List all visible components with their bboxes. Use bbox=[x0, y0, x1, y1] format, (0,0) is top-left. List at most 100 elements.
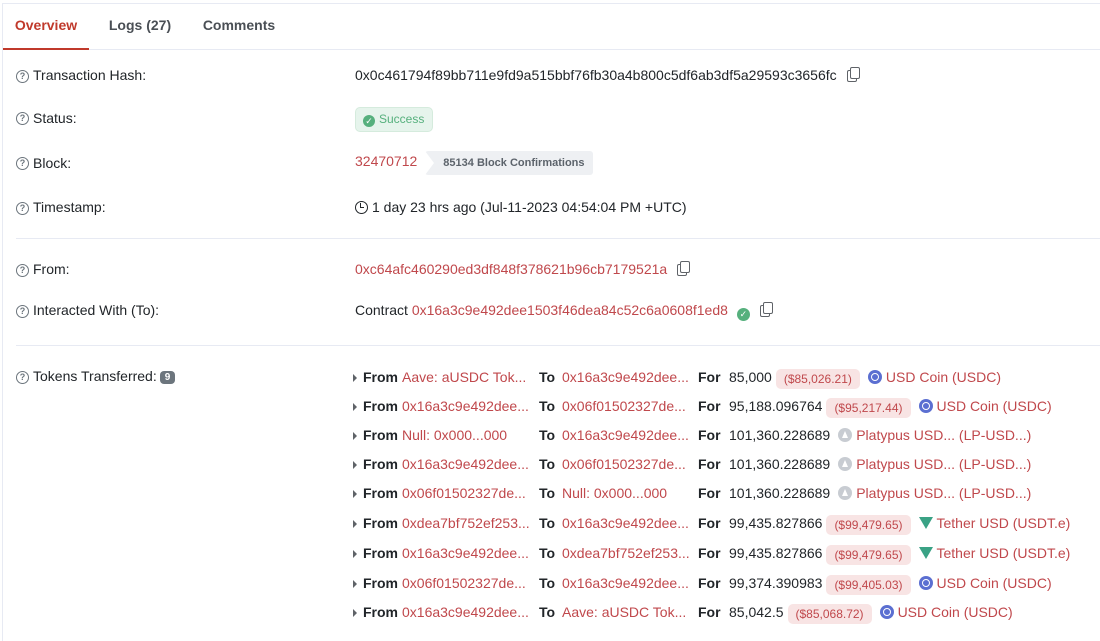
for-keyword: For bbox=[698, 427, 721, 443]
usdc-token-icon bbox=[918, 576, 933, 590]
block-number-link[interactable]: 32470712 bbox=[355, 153, 417, 169]
from-address-link[interactable]: 0xc64afc460290ed3df848f378621b96cb717952… bbox=[355, 261, 667, 277]
transaction-hash-label: Transaction Hash: bbox=[33, 67, 147, 83]
usdc-token-icon bbox=[879, 605, 894, 619]
from-keyword: From bbox=[363, 545, 398, 561]
caret-right-icon[interactable] bbox=[353, 550, 357, 558]
transfer-amount: 99,435.827866 bbox=[729, 545, 823, 561]
caret-right-icon[interactable] bbox=[353, 432, 357, 440]
caret-right-icon[interactable] bbox=[353, 490, 357, 498]
tab-bar: Overview Logs (27) Comments bbox=[3, 4, 1100, 50]
lp-token-icon bbox=[838, 486, 853, 500]
check-circle-icon: ✓ bbox=[363, 115, 375, 127]
copy-icon[interactable] bbox=[759, 302, 773, 317]
to-keyword: To bbox=[539, 545, 556, 561]
token-name-link[interactable]: Platypus USD... (LP-USD...) bbox=[856, 427, 1031, 443]
help-icon[interactable]: ? bbox=[16, 305, 29, 318]
from-keyword: From bbox=[363, 515, 398, 531]
help-icon[interactable]: ? bbox=[16, 264, 29, 277]
from-value: 0xc64afc460290ed3df848f378621b96cb717952… bbox=[355, 261, 691, 277]
caret-right-icon[interactable] bbox=[353, 374, 357, 382]
tab-comments[interactable]: Comments bbox=[195, 4, 283, 50]
transfer-amount: 85,042.5 bbox=[729, 604, 784, 620]
transfer-to-link[interactable]: 0x16a3c9e492dee... bbox=[562, 427, 689, 443]
transfer-to-link[interactable]: 0x06f01502327de... bbox=[562, 456, 686, 472]
transfer-amount-group: 99,374.390983 ($99,405.03) USD Coin (USDC) bbox=[729, 575, 1052, 595]
transfer-amount-group: 101,360.228689 Platypus USD... (LP-USD...… bbox=[729, 427, 1031, 443]
copy-icon[interactable] bbox=[677, 261, 691, 276]
tab-logs[interactable]: Logs (27) bbox=[99, 4, 181, 50]
lp-token-icon bbox=[838, 428, 853, 442]
transfer-from-link[interactable]: 0x06f01502327de... bbox=[402, 485, 526, 501]
usd-value-badge: ($85,026.21) bbox=[775, 369, 860, 389]
transfer-to-link[interactable]: 0x16a3c9e492dee... bbox=[562, 575, 689, 591]
transfer-amount: 101,360.228689 bbox=[729, 456, 831, 472]
transfer-to-link[interactable]: 0x16a3c9e492dee... bbox=[562, 369, 689, 385]
contract-address-link[interactable]: 0x16a3c9e492dee1503f46dea84c52c6a0608f1e… bbox=[412, 302, 728, 318]
caret-right-icon[interactable] bbox=[353, 520, 357, 528]
transfer-from-link[interactable]: 0x16a3c9e492dee... bbox=[402, 398, 529, 414]
status-text: Success bbox=[379, 112, 425, 126]
transfer-amount-group: 85,042.5 ($85,068.72) USD Coin (USDC) bbox=[729, 604, 1013, 624]
token-name-link[interactable]: Platypus USD... (LP-USD...) bbox=[856, 456, 1031, 472]
to-keyword: To bbox=[539, 427, 556, 443]
tab-overview[interactable]: Overview bbox=[3, 4, 89, 50]
for-keyword: For bbox=[698, 604, 721, 620]
usdc-token-icon bbox=[867, 370, 882, 384]
token-name-link[interactable]: USD Coin (USDC) bbox=[898, 604, 1013, 620]
usdc-token-icon bbox=[918, 399, 933, 413]
caret-right-icon[interactable] bbox=[353, 580, 357, 588]
usd-value-badge: ($99,479.65) bbox=[826, 515, 911, 535]
status-value: ✓ Success bbox=[355, 107, 434, 132]
transfer-to-link[interactable]: 0xdea7bf752ef253... bbox=[562, 545, 690, 561]
transfer-from-link[interactable]: 0x16a3c9e492dee... bbox=[402, 604, 529, 620]
transfer-from-link[interactable]: 0x16a3c9e492dee... bbox=[402, 545, 529, 561]
token-name-link[interactable]: Tether USD (USDT.e) bbox=[937, 545, 1071, 561]
token-name-link[interactable]: Platypus USD... (LP-USD...) bbox=[856, 485, 1031, 501]
for-keyword: For bbox=[698, 485, 721, 501]
token-name-link[interactable]: USD Coin (USDC) bbox=[937, 575, 1052, 591]
for-keyword: For bbox=[698, 398, 721, 414]
transfer-amount-group: 99,435.827866 ($99,479.65) Tether USD (USD… bbox=[729, 545, 1070, 565]
divider bbox=[16, 238, 1100, 239]
transfer-from-link[interactable]: 0xdea7bf752ef253... bbox=[402, 515, 530, 531]
verified-check-icon: ✓ bbox=[736, 308, 750, 321]
usdt-token-icon bbox=[918, 516, 933, 530]
transfer-amount-group: 101,360.228689 Platypus USD... (LP-USD...… bbox=[729, 456, 1031, 472]
usd-value-badge: ($99,405.03) bbox=[826, 575, 911, 595]
transfer-amount: 95,188.096764 bbox=[729, 398, 823, 414]
transfer-from-link[interactable]: Aave: aUSDC Tok... bbox=[402, 369, 526, 385]
transfer-to-link[interactable]: 0x06f01502327de... bbox=[562, 398, 686, 414]
caret-right-icon[interactable] bbox=[353, 461, 357, 469]
token-name-link[interactable]: USD Coin (USDC) bbox=[937, 398, 1052, 414]
usd-value-badge: ($85,068.72) bbox=[787, 604, 872, 624]
timestamp-value: 1 day 23 hrs ago (Jul-11-2023 04:54:04 P… bbox=[355, 199, 687, 215]
caret-right-icon[interactable] bbox=[353, 403, 357, 411]
from-label: From: bbox=[33, 261, 70, 277]
help-icon[interactable]: ? bbox=[16, 371, 29, 384]
block-value: 32470712 85134 Block Confirmations bbox=[355, 151, 593, 175]
transfer-from-link[interactable]: Null: 0x000...000 bbox=[402, 427, 507, 443]
transfer-to-link[interactable]: Null: 0x000...000 bbox=[562, 485, 667, 501]
usd-value-badge: ($95,217.44) bbox=[826, 398, 911, 418]
from-keyword: From bbox=[363, 369, 398, 385]
caret-right-icon[interactable] bbox=[353, 609, 357, 617]
help-icon[interactable]: ? bbox=[16, 70, 29, 83]
help-icon[interactable]: ? bbox=[16, 112, 29, 125]
clock-icon bbox=[355, 201, 368, 214]
token-name-link[interactable]: USD Coin (USDC) bbox=[886, 369, 1001, 385]
transfer-amount: 101,360.228689 bbox=[729, 485, 831, 501]
token-name-link[interactable]: Tether USD (USDT.e) bbox=[937, 515, 1071, 531]
copy-icon[interactable] bbox=[846, 67, 860, 82]
transfer-amount: 85,000 bbox=[729, 369, 772, 385]
status-badge: ✓ Success bbox=[355, 107, 434, 132]
transfer-from-link[interactable]: 0x06f01502327de... bbox=[402, 575, 526, 591]
transfer-to-link[interactable]: 0x16a3c9e492dee... bbox=[562, 515, 689, 531]
transfer-amount: 99,435.827866 bbox=[729, 515, 823, 531]
for-keyword: For bbox=[698, 515, 721, 531]
help-icon[interactable]: ? bbox=[16, 157, 29, 170]
transfer-to-link[interactable]: Aave: aUSDC Tok... bbox=[562, 604, 686, 620]
help-icon[interactable]: ? bbox=[16, 202, 29, 215]
transfer-from-link[interactable]: 0x16a3c9e492dee... bbox=[402, 456, 529, 472]
transfer-amount-group: 95,188.096764 ($95,217.44) USD Coin (USDC) bbox=[729, 398, 1052, 418]
